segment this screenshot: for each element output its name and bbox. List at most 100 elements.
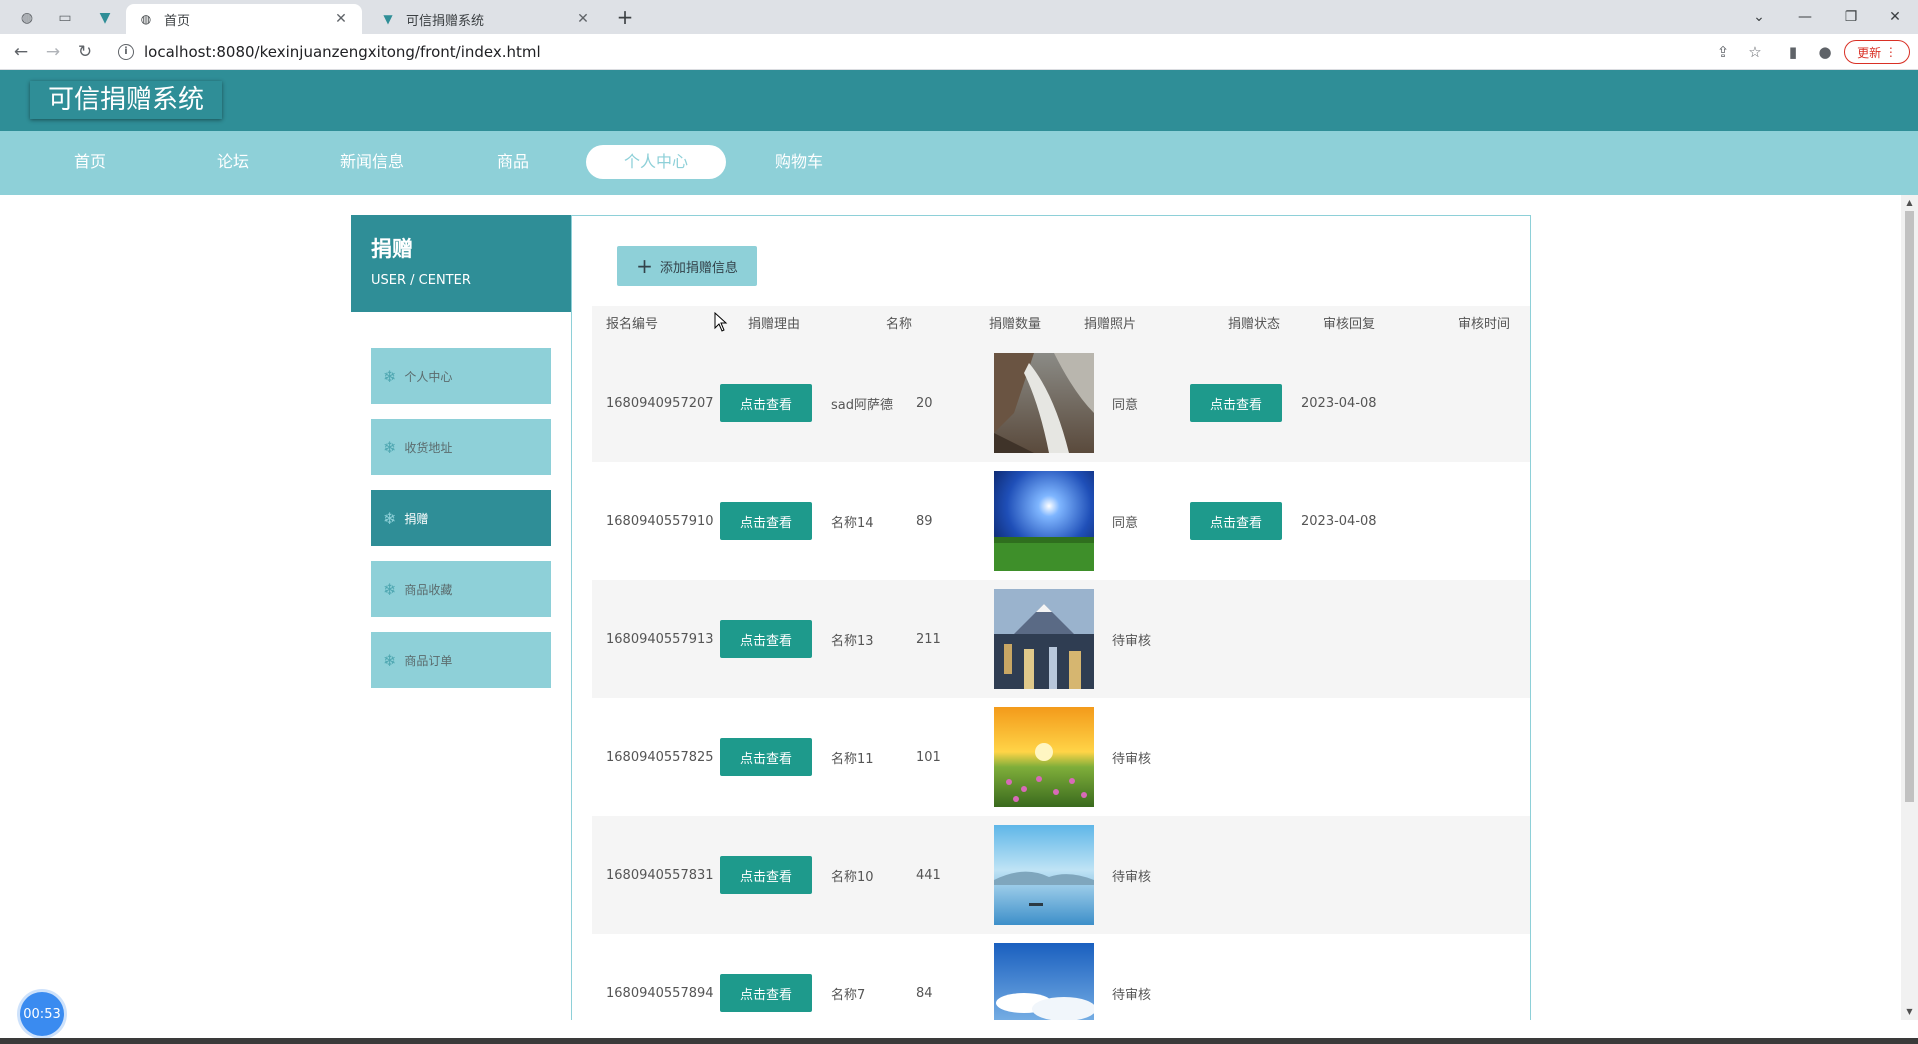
cell-status: 待审核: [1112, 698, 1151, 816]
snowflake-icon: ❄: [383, 366, 397, 386]
sidebar-item-user-center[interactable]: ❄ 个人中心: [371, 348, 551, 404]
sidebar-item-favorites[interactable]: ❄ 商品收藏: [371, 561, 551, 617]
cell-quantity: 101: [916, 698, 941, 816]
cell-status: 同意: [1112, 344, 1138, 462]
donation-id: 1680940557825: [606, 749, 714, 765]
donation-photo[interactable]: [994, 471, 1094, 571]
donation-quantity: 101: [916, 749, 941, 765]
sidepanel-icon[interactable]: ▮: [1782, 42, 1804, 62]
globe-icon: ◍: [140, 12, 152, 26]
info-icon[interactable]: i: [118, 44, 134, 60]
timer-badge[interactable]: 00:53: [20, 992, 64, 1036]
donation-photo[interactable]: [994, 353, 1094, 453]
view-reason-button[interactable]: 点击查看: [720, 620, 812, 658]
tab-search-icon[interactable]: ⌄: [1736, 0, 1782, 34]
blank-tab-icon[interactable]: ▭: [50, 6, 80, 30]
cell-quantity: 211: [916, 580, 941, 698]
add-donation-button[interactable]: + 添加捐赠信息: [617, 246, 757, 286]
tab-system[interactable]: ▼ 可信捐赠系统 ✕: [368, 4, 604, 34]
donation-photo[interactable]: [994, 707, 1094, 807]
page-scrollbar[interactable]: ▲ ▼: [1901, 195, 1918, 1020]
view-reply-button[interactable]: 点击查看: [1190, 502, 1282, 540]
view-reason-button[interactable]: 点击查看: [720, 974, 812, 1012]
donation-photo[interactable]: [994, 943, 1094, 1020]
star-icon[interactable]: ☆: [1744, 42, 1766, 62]
nav-news[interactable]: 新闻信息: [302, 145, 442, 179]
view-reason-button[interactable]: 点击查看: [720, 502, 812, 540]
snowflake-icon: ❄: [383, 650, 397, 670]
tab-home[interactable]: ◍ 首页 ✕: [126, 4, 362, 34]
minimize-button[interactable]: —: [1782, 0, 1828, 34]
view-reason-button[interactable]: 点击查看: [720, 384, 812, 422]
sidebar-item-orders[interactable]: ❄ 商品订单: [371, 632, 551, 688]
cell-id: 1680940557894: [606, 934, 714, 1020]
nav-home[interactable]: 首页: [20, 145, 160, 179]
site-logo[interactable]: 可信捐赠系统: [30, 81, 223, 119]
update-label: 更新: [1857, 45, 1882, 60]
scroll-thumb[interactable]: [1905, 211, 1914, 802]
view-reply-button[interactable]: 点击查看: [1190, 384, 1282, 422]
sidebar-item-donation[interactable]: ❄ 捐赠: [371, 490, 551, 546]
nav-cart[interactable]: 购物车: [729, 145, 869, 179]
nav-products[interactable]: 商品: [443, 145, 583, 179]
table-row: 1680940557913 点击查看 名称13 211 待审核: [592, 580, 1530, 698]
update-button[interactable]: 更新 ⋮: [1844, 40, 1910, 64]
new-tab-button[interactable]: +: [612, 5, 638, 29]
sidebar-item-address[interactable]: ❄ 收货地址: [371, 419, 551, 475]
cell-reason: 点击查看: [720, 934, 812, 1020]
donation-quantity: 89: [916, 513, 933, 529]
donation-status: 待审核: [1112, 633, 1152, 649]
reload-icon[interactable]: ↻: [72, 40, 98, 64]
donation-photo[interactable]: [994, 825, 1094, 925]
scroll-down-icon[interactable]: ▼: [1901, 1004, 1918, 1020]
add-button-label: 添加捐赠信息: [659, 260, 738, 276]
view-button-label: 点击查看: [739, 751, 792, 767]
review-time: 2023-04-08: [1301, 395, 1377, 411]
cell-id: 1680940557831: [606, 816, 714, 934]
nav-user-center[interactable]: 个人中心: [586, 145, 726, 179]
cell-photo: [994, 344, 1094, 462]
share-icon[interactable]: ⇪: [1712, 42, 1734, 62]
taskbar-edge: [0, 1038, 1918, 1044]
vue-icon[interactable]: ▼: [90, 6, 120, 30]
col-header: 审核回复: [1323, 317, 1376, 332]
view-button-label: 点击查看: [739, 987, 792, 1003]
cell-status: 待审核: [1112, 816, 1151, 934]
snowflake-icon: ❄: [383, 508, 397, 528]
cell-status: 同意: [1112, 462, 1138, 580]
table-row: 1680940557825 点击查看 名称11 101 待审核: [592, 698, 1530, 816]
donation-id: 1680940557910: [606, 513, 714, 529]
close-window-button[interactable]: ✕: [1872, 0, 1918, 34]
donation-quantity: 20: [916, 395, 933, 411]
view-reason-button[interactable]: 点击查看: [720, 738, 812, 776]
view-button-label: 点击查看: [1209, 397, 1262, 413]
close-icon[interactable]: ✕: [574, 11, 592, 27]
cell-name: 名称11: [831, 698, 874, 816]
back-icon[interactable]: ←: [8, 40, 34, 64]
globe-icon[interactable]: ◍: [12, 6, 42, 30]
sidebar-item-label: 商品收藏: [404, 582, 453, 597]
donation-name: 名称11: [831, 751, 874, 767]
table-header: 报名编号 捐赠理由 名称 捐赠数量 捐赠照片 捐赠状态 审核回复 审核时间: [592, 306, 1530, 344]
view-button-label: 点击查看: [739, 397, 792, 413]
forward-icon[interactable]: →: [40, 40, 66, 64]
col-header: 审核时间: [1458, 317, 1511, 332]
close-icon[interactable]: ✕: [332, 11, 350, 27]
scroll-up-icon[interactable]: ▲: [1901, 195, 1918, 211]
donation-photo[interactable]: [994, 589, 1094, 689]
cell-id: 1680940557910: [606, 462, 714, 580]
profile-icon[interactable]: ●: [1814, 42, 1836, 62]
donation-quantity: 84: [916, 985, 933, 1001]
snowflake-icon: ❄: [383, 579, 397, 599]
donation-table: 报名编号 捐赠理由 名称 捐赠数量 捐赠照片 捐赠状态 审核回复 审核时间 16…: [592, 306, 1530, 1020]
tab-title: 可信捐赠系统: [406, 13, 485, 29]
view-reason-button[interactable]: 点击查看: [720, 856, 812, 894]
view-button-label: 点击查看: [1209, 515, 1262, 531]
restore-button[interactable]: ❐: [1828, 0, 1874, 34]
address-bar[interactable]: i localhost:8080/kexinjuanzengxitong/fro…: [110, 38, 1750, 66]
nav-forum[interactable]: 论坛: [163, 145, 303, 179]
col-header: 捐赠数量: [989, 317, 1042, 332]
cell-reason: 点击查看: [720, 344, 812, 462]
sidebar-item-label: 个人中心: [404, 369, 453, 384]
cell-id: 1680940957207: [606, 344, 714, 462]
